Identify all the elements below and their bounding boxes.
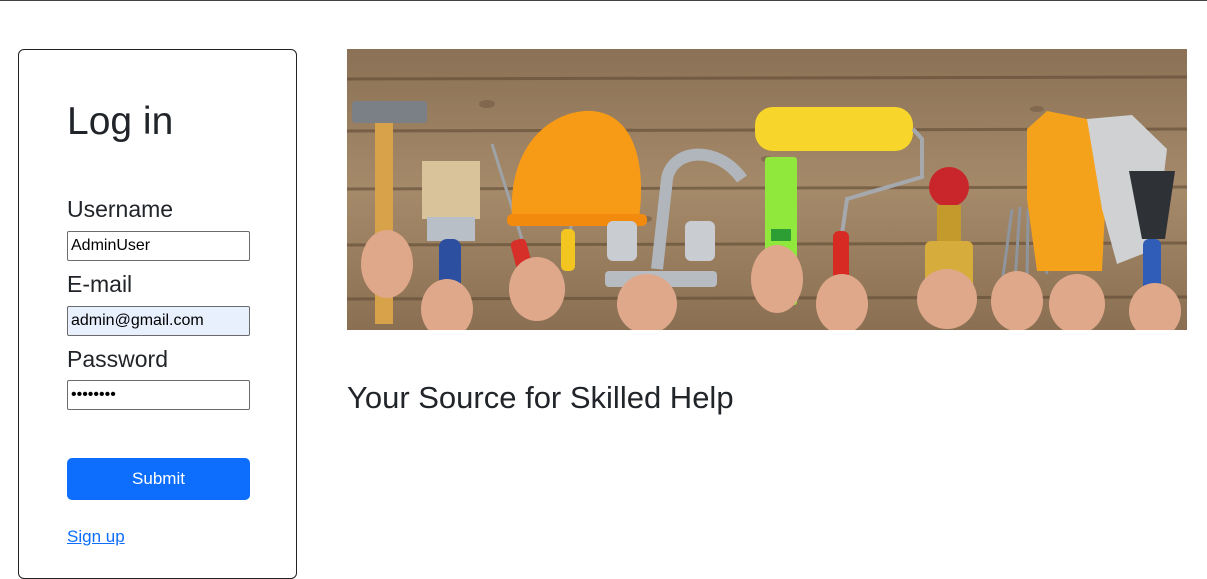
hero-tagline: Your Source for Skilled Help xyxy=(347,380,734,415)
submit-button[interactable]: Submit xyxy=(67,458,250,500)
signup-link[interactable]: Sign up xyxy=(67,527,125,547)
email-input[interactable] xyxy=(67,306,250,336)
login-title: Log in xyxy=(67,100,174,143)
username-label: Username xyxy=(67,196,174,222)
password-label: Password xyxy=(67,346,168,372)
username-input[interactable] xyxy=(67,231,250,261)
password-input[interactable] xyxy=(67,380,250,410)
hero-banner-image xyxy=(347,49,1187,330)
email-label: E-mail xyxy=(67,271,133,297)
login-card: Log in Username E-mail Password Submit S… xyxy=(18,49,297,579)
top-border xyxy=(0,0,1207,1)
